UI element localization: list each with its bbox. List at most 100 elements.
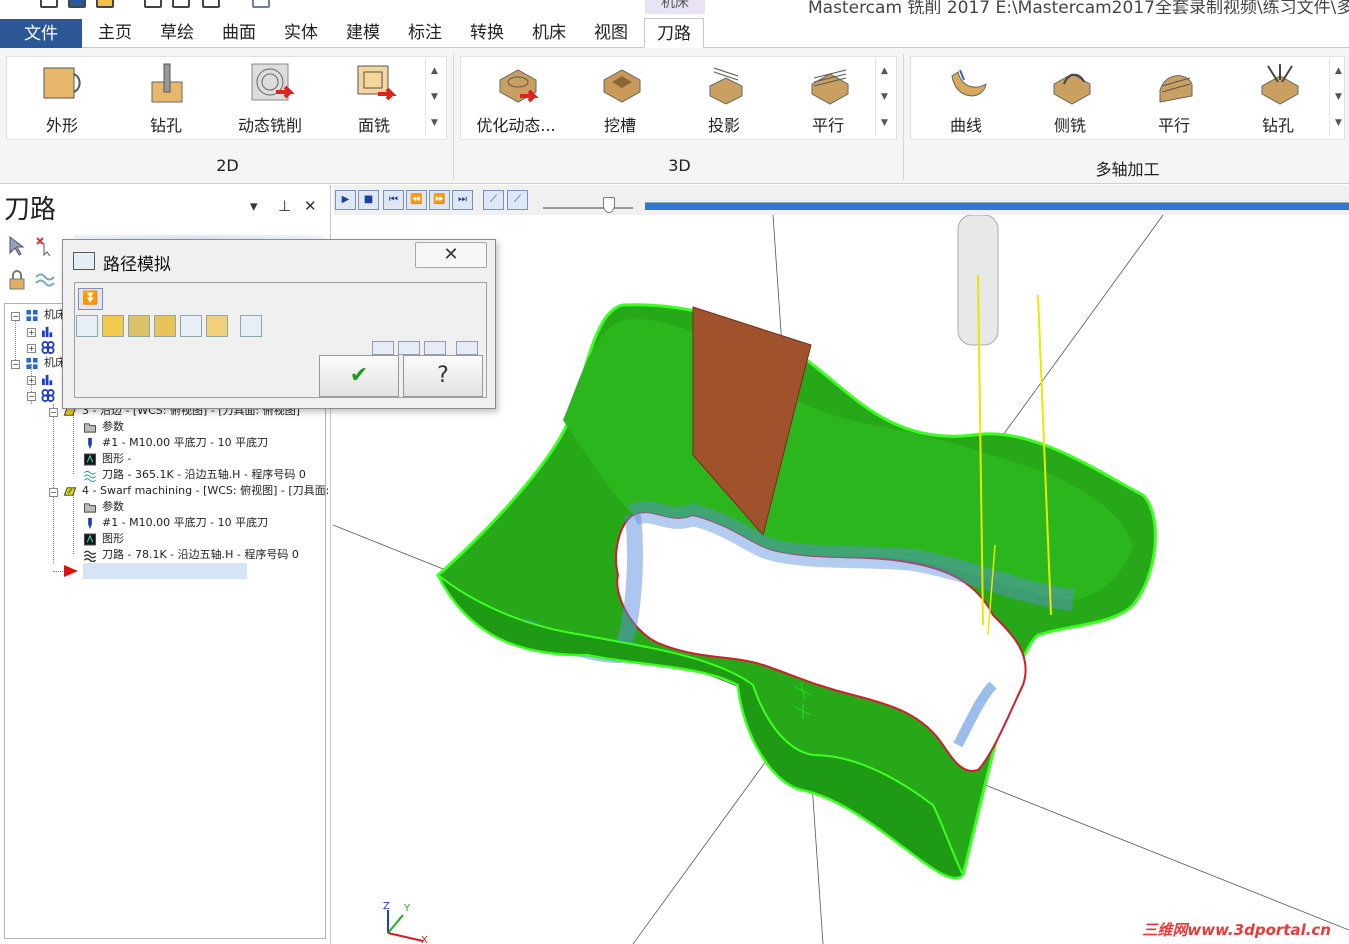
insert-arrow-icon[interactable]	[63, 564, 79, 578]
scroll-down-icon[interactable]: ▼	[1330, 84, 1347, 110]
tree-machine-group-2[interactable]: 机床	[25, 355, 66, 371]
pin-icon[interactable]: ⊥	[278, 197, 291, 215]
save-icon[interactable]	[68, 0, 86, 8]
option-a-icon[interactable]	[372, 341, 394, 355]
drill-button[interactable]: 钻孔	[118, 58, 214, 138]
tab-transform[interactable]: 转换	[460, 18, 514, 48]
expand-toggle[interactable]: −	[27, 392, 36, 401]
tab-machine[interactable]: 机床	[522, 18, 576, 48]
new-file-icon[interactable]	[40, 0, 58, 8]
insert-position-row[interactable]	[83, 563, 247, 579]
help-button[interactable]: ?	[403, 355, 483, 397]
tab-annotate[interactable]: 标注	[398, 18, 452, 48]
tree-op4-params[interactable]: 参数	[83, 499, 124, 515]
tree-toolpath-group-1[interactable]	[41, 339, 60, 355]
print-icon[interactable]	[144, 0, 162, 8]
option-b-icon[interactable]	[398, 341, 420, 355]
color-loop-icon[interactable]	[180, 315, 202, 337]
tree-op3-tool[interactable]: #1 - M10.00 平底刀 - 10 平底刀	[83, 435, 268, 451]
display-rapid-icon[interactable]	[206, 315, 228, 337]
tab-home[interactable]: 主页	[88, 18, 142, 48]
simulation-progress-bar[interactable]	[645, 202, 1349, 210]
expand-gallery-icon[interactable]: ▼	[1330, 110, 1347, 136]
run-mode-icon[interactable]: ⟋	[507, 190, 528, 210]
display-shank-icon[interactable]	[154, 315, 176, 337]
display-tool-icon[interactable]	[102, 315, 124, 337]
tab-surfaces[interactable]: 曲面	[212, 18, 266, 48]
panel-dropdown-icon[interactable]: ▾	[250, 197, 258, 215]
tree-op4-geometry[interactable]: 图形	[83, 531, 124, 547]
tree-properties-node[interactable]	[41, 371, 60, 387]
save-as-icon[interactable]	[172, 0, 190, 8]
expand-toggle[interactable]: −	[11, 360, 20, 369]
drill-multiaxis-button[interactable]: 钻孔	[1230, 58, 1326, 138]
tree-op3-params[interactable]: 参数	[83, 419, 124, 435]
tree-op3-geometry[interactable]: 图形 -	[83, 451, 131, 467]
optimized-dynamic-button[interactable]: 优化动态...	[468, 58, 564, 138]
tree-toolpath-group-2[interactable]	[41, 387, 60, 403]
tree-op4-toolpath[interactable]: 刀路 - 78.1K - 沿边五轴.H - 程序号码 0	[83, 547, 299, 563]
expand-options-icon[interactable]: ⏬	[78, 288, 103, 310]
trail-mode-icon[interactable]: ⟋	[483, 190, 504, 210]
select-all-icon[interactable]	[6, 235, 28, 257]
parallel-3d-button[interactable]: 平行	[780, 58, 876, 138]
tab-toolpaths[interactable]: 刀路	[644, 18, 704, 48]
expand-toggle[interactable]: −	[49, 488, 58, 497]
undo-icon[interactable]	[252, 0, 270, 8]
ribbon-3d-scroll[interactable]: ▲ ▼ ▼	[875, 58, 893, 136]
tab-file[interactable]: 文件	[0, 19, 82, 49]
scroll-down-icon[interactable]: ▼	[426, 84, 443, 110]
option-d-icon[interactable]	[456, 341, 478, 355]
expand-toggle[interactable]: +	[27, 344, 36, 353]
ribbon-multiaxis-scroll[interactable]: ▲ ▼ ▼	[1329, 58, 1347, 136]
go-to-start-icon[interactable]: ⏮	[383, 190, 404, 210]
tab-view[interactable]: 视图	[584, 18, 638, 48]
pocket-button[interactable]: 挖槽	[572, 58, 668, 138]
option-c-icon[interactable]	[424, 341, 446, 355]
toggle-display-icon[interactable]	[34, 269, 56, 291]
expand-toggle[interactable]: +	[27, 328, 36, 337]
display-holder-icon[interactable]	[128, 315, 150, 337]
project-button[interactable]: 投影	[676, 58, 772, 138]
ok-button[interactable]: ✔	[319, 355, 399, 397]
tab-model[interactable]: 建模	[336, 18, 390, 48]
tree-properties-node[interactable]	[41, 323, 60, 339]
swarf-button[interactable]: 侧铣	[1022, 58, 1118, 138]
tab-solids[interactable]: 实体	[274, 18, 328, 48]
scroll-up-icon[interactable]: ▲	[426, 58, 443, 84]
open-folder-icon[interactable]	[96, 0, 114, 8]
step-back-icon[interactable]: ⏪	[406, 190, 427, 210]
tree-op4-tool[interactable]: #1 - M10.00 平底刀 - 10 平底刀	[83, 515, 268, 531]
tab-sketch[interactable]: 草绘	[150, 18, 204, 48]
contour-button[interactable]: 外形	[14, 58, 110, 138]
panel-close-icon[interactable]: ✕	[304, 197, 317, 215]
deselect-icon[interactable]	[34, 235, 56, 257]
expand-toggle[interactable]: −	[49, 408, 58, 417]
dialog-close-button[interactable]: ✕	[415, 242, 487, 268]
ribbon-2d-scroll[interactable]: ▲ ▼ ▼	[425, 58, 443, 136]
curve-button[interactable]: 曲线	[918, 58, 1014, 138]
stop-icon[interactable]: ■	[358, 190, 379, 210]
scroll-up-icon[interactable]: ▲	[1330, 58, 1347, 84]
tree-machine-group-1[interactable]: 机床	[25, 307, 66, 323]
expand-gallery-icon[interactable]: ▼	[426, 110, 443, 136]
parallel-multiaxis-button[interactable]: 平行	[1126, 58, 1222, 138]
step-forward-icon[interactable]: ⏩	[429, 190, 450, 210]
tree-operation-4[interactable]: 4 - Swarf machining - [WCS: 俯视图] - [刀具面:…	[63, 483, 344, 499]
go-to-end-icon[interactable]: ⏭	[452, 190, 473, 210]
lock-icon[interactable]	[6, 269, 28, 291]
expand-toggle[interactable]: −	[11, 312, 20, 321]
dynamic-mill-button[interactable]: 动态铣削	[222, 58, 318, 138]
scroll-up-icon[interactable]: ▲	[876, 58, 893, 84]
speed-slider-track[interactable]	[543, 207, 633, 209]
scroll-down-icon[interactable]: ▼	[876, 84, 893, 110]
expand-gallery-icon[interactable]: ▼	[876, 110, 893, 136]
speed-slider-thumb[interactable]	[603, 197, 615, 213]
save-all-icon[interactable]	[202, 0, 220, 8]
tree-op3-toolpath[interactable]: 刀路 - 365.1K - 沿边五轴.H - 程序号码 0	[83, 467, 306, 483]
warning-icon[interactable]	[240, 315, 262, 337]
refresh-icon[interactable]	[76, 315, 98, 337]
play-icon[interactable]: ▶	[335, 190, 356, 210]
face-mill-button[interactable]: 面铣	[326, 58, 422, 138]
expand-toggle[interactable]: +	[27, 376, 36, 385]
